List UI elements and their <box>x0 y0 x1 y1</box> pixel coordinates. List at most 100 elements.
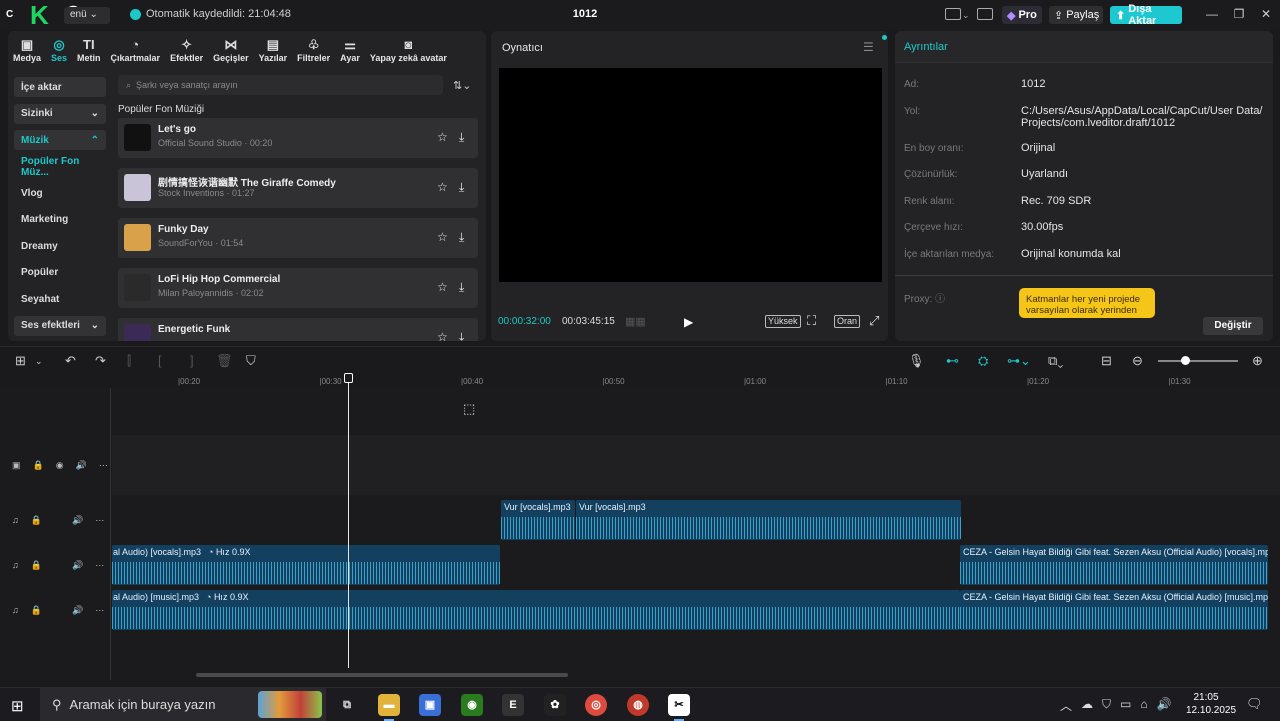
fullscreen-icon[interactable]: ⤢ <box>869 313 879 329</box>
play-icon[interactable]: ▶ <box>684 315 693 329</box>
category-item[interactable]: Popüler <box>14 263 106 283</box>
lock-icon[interactable]: 🔒 <box>31 605 42 616</box>
delete-icon[interactable]: 🗑 <box>216 353 233 369</box>
restore-icon[interactable]: ❐ <box>1232 7 1246 21</box>
playhead-handle[interactable] <box>344 373 353 383</box>
song-item[interactable]: Funky Day SoundForYou · 01:54 ☆ ⤓ <box>118 218 478 258</box>
favorite-icon[interactable]: ☆ <box>437 330 448 341</box>
nvidia-icon[interactable]: ◉ <box>461 694 483 716</box>
audio-clip[interactable]: al Audio) [music].mp3 ◔ Hız 0.9X <box>112 590 960 630</box>
more-icon[interactable]: ⋯ <box>95 515 104 526</box>
playhead[interactable] <box>348 378 349 668</box>
layout-icon[interactable] <box>945 8 961 20</box>
split-icon[interactable]: ⫿ <box>127 353 131 369</box>
app-icon[interactable]: ◍ <box>627 694 649 716</box>
battery-icon[interactable]: ▭ <box>1120 697 1131 714</box>
filter-icon[interactable]: ⇅⌄ <box>453 79 471 92</box>
snap-icon[interactable]: ⊶⌄ <box>1007 353 1031 369</box>
audio-clip[interactable]: Vur [vocals].mp3 <box>501 500 575 540</box>
trim-right-icon[interactable]: ] <box>190 353 194 368</box>
download-icon[interactable]: ⤓ <box>459 130 464 145</box>
epic-games-icon[interactable]: E <box>502 694 524 716</box>
menu-button[interactable]: enü ⌄ <box>64 7 110 24</box>
grid-icon[interactable]: ▦▦ <box>625 315 646 328</box>
tab-ses[interactable]: ◎ Ses <box>46 31 72 64</box>
download-icon[interactable]: ⤓ <box>459 180 464 195</box>
store-icon[interactable]: ▣ <box>419 694 441 716</box>
download-icon[interactable]: ⤓ <box>459 330 464 341</box>
category-item[interactable]: Popüler Fon Müz... <box>14 156 106 178</box>
pro-button[interactable]: ◆ Pro <box>1002 6 1042 24</box>
taskbar-clock[interactable]: 21:05 12.10.2025 <box>1186 691 1236 717</box>
volume-icon[interactable]: 🔊 <box>1157 697 1172 714</box>
category-item[interactable]: Seyahat <box>14 289 106 309</box>
main-video-track[interactable] <box>112 435 1280 495</box>
cover-icon[interactable]: ⊟ <box>1101 353 1112 369</box>
volume-icon[interactable]: 🔊 <box>72 605 83 616</box>
export-button[interactable]: ⬆ Dışa Aktar <box>1110 3 1182 27</box>
network-icon[interactable]: ⌂ <box>1140 697 1147 714</box>
link-icon[interactable]: ⊷ <box>946 353 959 369</box>
song-item[interactable]: 剧情搞怪诙谐幽默 The Giraffe Comedy Stock Inventi… <box>118 168 478 208</box>
task-view-icon[interactable]: ⧉ <box>336 694 358 716</box>
quality-button[interactable]: Yüksek <box>765 315 801 328</box>
category-item[interactable]: Marketing <box>14 210 106 230</box>
layout-caret-icon[interactable]: ⌄ <box>962 10 970 21</box>
info-icon[interactable]: ⓘ <box>935 294 945 305</box>
audio-clip[interactable]: al Audio) [vocals].mp3 ◔ Hız 0.9X <box>112 545 500 585</box>
windows-start-icon[interactable]: ⊞ <box>11 697 24 715</box>
snapshot-icon[interactable]: ⛶ <box>807 313 816 329</box>
zoom-out-icon[interactable]: ⊖ <box>1132 353 1143 369</box>
zoom-slider[interactable] <box>1158 360 1238 362</box>
microphone-icon[interactable]: 🎙 <box>908 353 925 369</box>
tab-efektler[interactable]: ✧ Efektler <box>165 31 208 64</box>
redo-icon[interactable]: ↷ <box>95 353 106 369</box>
video-preview[interactable] <box>499 68 882 282</box>
change-button[interactable]: Değiştir <box>1203 317 1263 335</box>
tab-medya[interactable]: ▣ Medya <box>8 31 46 64</box>
security-icon[interactable]: ⛉ <box>1102 697 1111 714</box>
category-item[interactable]: Sizinki ⌄ <box>14 103 106 124</box>
song-item[interactable]: Let's go Official Sound Studio · 00:20 ☆ ⤓ <box>118 118 478 158</box>
tab-filtreler[interactable]: ♧ Filtreler <box>292 31 335 64</box>
volume-icon[interactable]: 🔊 <box>72 560 83 571</box>
eye-icon[interactable]: ◉ <box>56 460 64 471</box>
magnet-icon[interactable]: ⛭ <box>978 353 988 369</box>
tab-yapay-zekâ-avatar[interactable]: ◙ Yapay zekâ avatar <box>365 31 452 64</box>
close-icon[interactable]: ✕ <box>1259 7 1273 21</box>
download-icon[interactable]: ⤓ <box>459 230 464 245</box>
song-item[interactable]: LoFi Hip Hop Commercial Milan Paloyannidi… <box>118 268 478 308</box>
minimize-icon[interactable]: — <box>1205 7 1219 21</box>
tab-yazılar[interactable]: ▤ Yazılar <box>254 31 293 64</box>
share-button[interactable]: ⇪ Paylaş <box>1049 6 1103 24</box>
category-item[interactable]: Dreamy <box>14 236 106 256</box>
audio-clip[interactable]: Vur [vocals].mp3 <box>576 500 961 540</box>
ratio-button[interactable]: Oran <box>834 315 861 328</box>
category-item[interactable]: İçe aktar <box>14 77 106 97</box>
music-search-input[interactable]: ⌕ Şarkı veya sanatçı arayın <box>118 75 443 95</box>
download-icon[interactable]: ⤓ <box>459 280 464 295</box>
favorite-icon[interactable]: ☆ <box>437 230 448 244</box>
keyboard-icon[interactable] <box>977 8 993 20</box>
category-item[interactable]: Vlog <box>14 183 106 203</box>
volume-icon[interactable]: 🔊 <box>72 515 83 526</box>
time-ruler[interactable]: |00:20 |00:30 |00:40 |00:50 |01:00 |01:10 |01:… <box>112 372 1280 388</box>
lock-icon[interactable]: 🔒 <box>31 560 42 571</box>
horizontal-scrollbar[interactable] <box>196 673 568 677</box>
more-icon[interactable]: ⋯ <box>99 460 108 471</box>
more-icon[interactable]: ⋯ <box>95 560 104 571</box>
favorite-icon[interactable]: ☆ <box>437 180 448 194</box>
favorite-icon[interactable]: ☆ <box>437 130 448 144</box>
song-item[interactable]: Energetic Funk ☆ ⤓ <box>118 318 478 341</box>
audio-clip[interactable]: CEZA - Gelsin Hayat Bildiği Gibi feat. S… <box>960 590 1268 630</box>
audio-clip[interactable]: CEZA - Gelsin Hayat Bildiği Gibi feat. S… <box>960 545 1268 585</box>
zoom-in-icon[interactable]: ⊕ <box>1252 353 1263 369</box>
layout-select-icon[interactable]: ⊞ <box>15 353 26 369</box>
zoom-slider-handle[interactable] <box>1181 356 1190 365</box>
menu-icon[interactable]: ☰ <box>863 40 874 54</box>
chevron-down-icon[interactable]: ⌄ <box>35 356 43 367</box>
chevron-up-icon[interactable]: ︿ <box>1060 697 1072 714</box>
shield-icon[interactable]: ⛉ <box>246 353 256 369</box>
notification-icon[interactable]: 🗨 <box>1246 696 1263 712</box>
tab-geçişler[interactable]: ⋈ Geçişler <box>208 31 254 64</box>
